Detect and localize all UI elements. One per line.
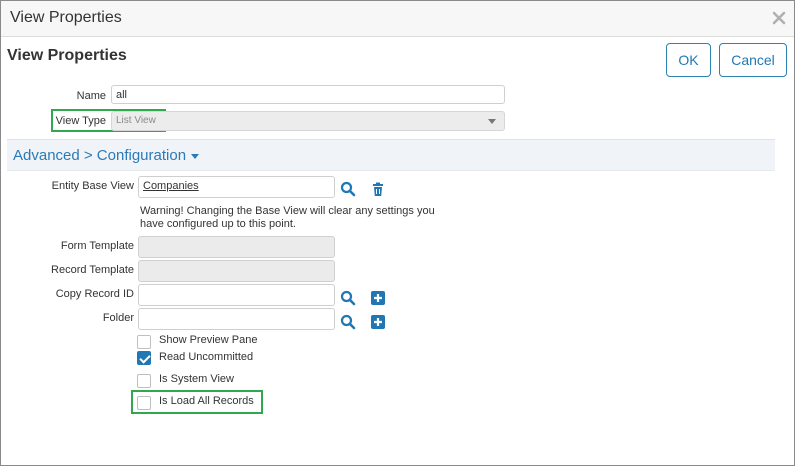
entity-base-view-input[interactable]: Companies [138,176,335,198]
read-uncommitted-checkbox[interactable] [137,351,151,365]
search-icon[interactable] [340,314,356,330]
show-preview-pane-checkbox[interactable] [137,335,151,349]
entity-base-view-link[interactable]: Companies [143,180,199,192]
trash-icon[interactable] [370,181,386,197]
form-template-input [138,236,335,258]
view-properties-dialog: View Properties View Properties OK Cance… [0,0,795,466]
copy-record-id-label: Copy Record ID [55,288,134,300]
show-preview-pane-label: Show Preview Pane [159,334,258,346]
page-title: View Properties [7,47,127,64]
is-load-all-records-label: Is Load All Records [159,395,254,407]
caret-down-icon [191,153,200,159]
is-load-all-records-checkbox[interactable] [137,396,151,410]
ok-button[interactable]: OK [666,43,711,77]
form-template-label: Form Template [60,240,134,252]
record-template-input [138,260,335,282]
advanced-configuration-bar[interactable]: Advanced > Configuration [7,139,775,171]
dialog-titlebar: View Properties [1,1,794,37]
cancel-button[interactable]: Cancel [719,43,787,77]
advanced-configuration-label: Advanced > Configuration [13,147,187,164]
record-template-label: Record Template [51,264,134,276]
entity-base-view-label: Entity Base View [51,180,134,192]
search-icon[interactable] [340,290,356,306]
is-system-view-checkbox[interactable] [137,374,151,388]
add-icon[interactable] [370,290,386,306]
chevron-down-icon [488,119,496,124]
advanced-configuration-toggle[interactable]: Advanced > Configuration [13,147,200,164]
folder-input[interactable] [138,308,335,330]
close-icon[interactable] [772,11,786,25]
view-type-label: View Type [55,115,106,127]
name-input[interactable] [111,85,505,104]
search-icon[interactable] [340,181,356,197]
is-system-view-label: Is System View [159,373,234,385]
folder-label: Folder [102,312,134,324]
copy-record-id-input[interactable] [138,284,335,306]
view-type-value: List View [116,115,156,126]
dialog-title: View Properties [10,9,122,26]
add-icon[interactable] [370,314,386,330]
base-view-warning: Warning! Changing the Base View will cle… [140,205,435,230]
view-type-select[interactable]: List View [111,111,505,131]
name-label: Name [76,90,106,102]
read-uncommitted-label: Read Uncommitted [159,351,254,363]
